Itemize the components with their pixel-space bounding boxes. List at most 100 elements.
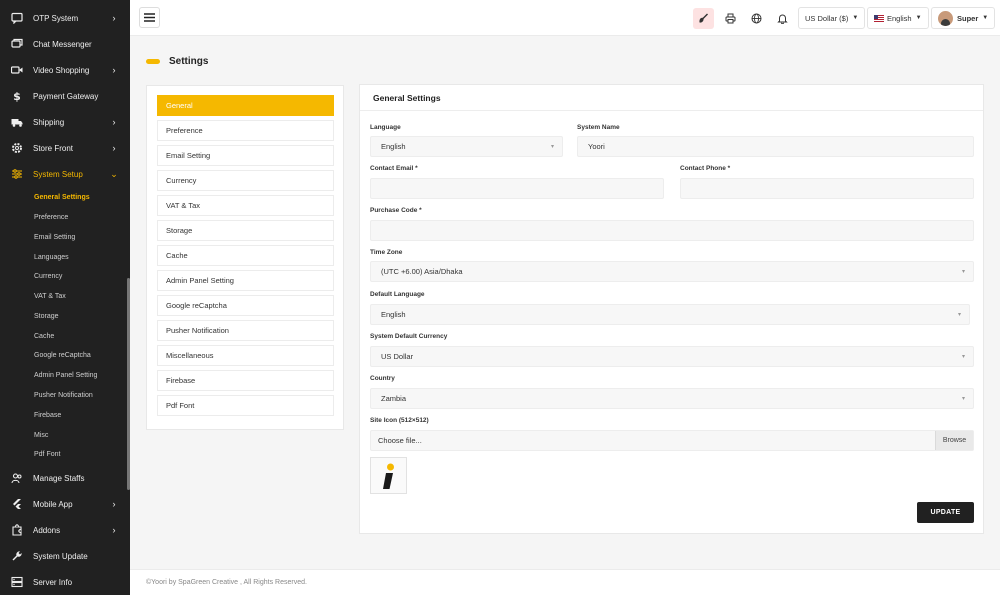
- copyright-text: ©Yoori by SpaGreen Creative , All Rights…: [146, 579, 307, 586]
- settings-nav-currency[interactable]: Currency: [157, 170, 334, 191]
- caret-down-icon: ▾: [961, 396, 965, 402]
- default-language-select[interactable]: English ▾: [370, 304, 970, 325]
- truck-icon: [10, 115, 24, 129]
- settings-nav-general[interactable]: General: [157, 95, 334, 116]
- caret-down-icon: ▾: [961, 354, 965, 360]
- caret-down-icon: ▼: [915, 15, 922, 21]
- sidebar-item-otp-system[interactable]: OTP System ›: [0, 5, 130, 31]
- browse-button[interactable]: Browse: [935, 431, 973, 450]
- user-name: Super: [957, 13, 979, 23]
- bell-icon: [777, 14, 788, 24]
- contact-email-input[interactable]: [370, 178, 664, 199]
- settings-nav-email-setting[interactable]: Email Setting: [157, 145, 334, 166]
- message-square-icon: [10, 11, 24, 25]
- system-name-value: Yoori: [588, 142, 605, 151]
- site-icon-label: Site Icon (512×512): [370, 417, 429, 424]
- title-accent-bar: [146, 59, 160, 64]
- sidebar: OTP System › Chat Messenger Video Shoppi…: [0, 0, 130, 595]
- general-settings-card: General Settings Language English ▾ Syst…: [359, 84, 984, 534]
- sidebar-scrollbar[interactable]: [127, 278, 130, 490]
- user-dropdown[interactable]: Super ▼: [931, 7, 996, 29]
- caret-down-icon: ▼: [982, 15, 989, 21]
- page-title: Settings: [169, 56, 209, 67]
- notifications-button[interactable]: [772, 8, 793, 29]
- sidebar-item-label: Payment Gateway: [33, 91, 99, 101]
- site-icon-file-input[interactable]: Choose file... Browse: [370, 430, 974, 451]
- language-label: English: [887, 13, 912, 23]
- timezone-label: Time Zone: [370, 249, 403, 256]
- sidebar-item-chat-messenger[interactable]: Chat Messenger: [0, 31, 130, 57]
- settings-nav-pusher-notification[interactable]: Pusher Notification: [157, 320, 334, 341]
- sidebar-subitem-languages[interactable]: Languages: [34, 247, 124, 267]
- sidebar-subitem-cache[interactable]: Cache: [34, 326, 124, 346]
- currency-dropdown[interactable]: US Dollar ($) ▼: [798, 7, 866, 29]
- default-language-value: English: [381, 310, 406, 319]
- server-icon: [10, 575, 24, 589]
- settings-nav-pdf-font[interactable]: Pdf Font: [157, 395, 334, 416]
- sidebar-item-server-info[interactable]: Server Info: [0, 569, 130, 595]
- chevron-down-icon: ⌄: [110, 168, 118, 179]
- default-currency-select[interactable]: US Dollar ▾: [370, 346, 974, 367]
- settings-nav-admin-panel-setting[interactable]: Admin Panel Setting: [157, 270, 334, 291]
- sidebar-subitem-currency[interactable]: Currency: [34, 266, 124, 286]
- sidebar-subitem-general-settings[interactable]: General Settings: [34, 187, 124, 207]
- chevron-right-icon: ›: [112, 143, 116, 153]
- brush-icon: [699, 13, 708, 23]
- sidebar-item-label: OTP System: [33, 13, 79, 23]
- sidebar-subitem-firebase[interactable]: Firebase: [34, 405, 124, 425]
- language-dropdown[interactable]: English ▼: [867, 7, 929, 29]
- settings-nav-miscellaneous[interactable]: Miscellaneous: [157, 345, 334, 366]
- settings-nav-firebase[interactable]: Firebase: [157, 370, 334, 391]
- default-currency-value: US Dollar: [381, 352, 414, 361]
- settings-nav-vat-tax[interactable]: VAT & Tax: [157, 195, 334, 216]
- video-icon: [10, 63, 24, 77]
- country-select[interactable]: Zambia ▾: [370, 388, 974, 409]
- settings-nav-storage[interactable]: Storage: [157, 220, 334, 241]
- sidebar-item-addons[interactable]: Addons ›: [0, 517, 130, 543]
- caret-down-icon: ▾: [550, 144, 554, 150]
- wrench-icon: [10, 549, 24, 563]
- contact-email-label: Contact Email *: [370, 165, 418, 172]
- sidebar-subitem-email-setting[interactable]: Email Setting: [34, 227, 124, 247]
- settings-nav-google-recaptcha[interactable]: Google reCaptcha: [157, 295, 334, 316]
- sidebar-item-label: Chat Messenger: [33, 39, 92, 49]
- sidebar-item-payment-gateway[interactable]: $ Payment Gateway: [0, 83, 130, 109]
- settings-nav-cache[interactable]: Cache: [157, 245, 334, 266]
- site-logo-icon: [383, 463, 394, 489]
- sidebar-item-label: Server Info: [33, 577, 73, 587]
- sidebar-item-manage-staffs[interactable]: Manage Staffs: [0, 465, 130, 491]
- purchase-code-input[interactable]: [370, 220, 974, 241]
- sidebar-item-mobile-app[interactable]: Mobile App ›: [0, 491, 130, 517]
- update-button[interactable]: UPDATE: [917, 502, 974, 523]
- sidebar-item-system-update[interactable]: System Update: [0, 543, 130, 569]
- print-button[interactable]: [720, 8, 741, 29]
- sidebar-item-store-front[interactable]: Store Front ›: [0, 135, 130, 161]
- sidebar-subitem-pdf-font[interactable]: Pdf Font: [34, 444, 124, 464]
- system-name-input[interactable]: Yoori: [577, 136, 974, 157]
- svg-text:$: $: [13, 90, 21, 102]
- menu-toggle-button[interactable]: [139, 7, 160, 28]
- sidebar-subitem-pusher-notification[interactable]: Pusher Notification: [34, 385, 124, 405]
- caret-down-icon: ▼: [852, 15, 859, 21]
- sidebar-item-shipping[interactable]: Shipping ›: [0, 109, 130, 135]
- us-flag-icon: [874, 14, 884, 22]
- sidebar-item-system-setup[interactable]: System Setup ⌄: [0, 161, 130, 187]
- sidebar-subitem-storage[interactable]: Storage: [34, 306, 124, 326]
- default-language-label: Default Language: [370, 291, 425, 298]
- sidebar-item-label: Shipping: [33, 117, 65, 127]
- contact-phone-input[interactable]: [680, 178, 974, 199]
- clear-cache-button[interactable]: [693, 8, 714, 29]
- language-value: English: [381, 142, 406, 151]
- settings-nav-preference[interactable]: Preference: [157, 120, 334, 141]
- sidebar-subitem-vat-tax[interactable]: VAT & Tax: [34, 286, 124, 306]
- sidebar-item-video-shopping[interactable]: Video Shopping ›: [0, 57, 130, 83]
- caret-down-icon: ▾: [957, 312, 961, 318]
- timezone-select[interactable]: (UTC +6.00) Asia/Dhaka ▾: [370, 261, 974, 282]
- website-button[interactable]: [746, 8, 767, 29]
- language-select[interactable]: English ▾: [370, 136, 563, 157]
- sidebar-subitem-misc[interactable]: Misc: [34, 425, 124, 445]
- sidebar-subitem-admin-panel-setting[interactable]: Admin Panel Setting: [34, 365, 124, 385]
- sidebar-subitem-preference[interactable]: Preference: [34, 207, 124, 227]
- site-icon-preview: [370, 457, 407, 494]
- sidebar-subitem-google-recaptcha[interactable]: Google reCaptcha: [34, 345, 124, 365]
